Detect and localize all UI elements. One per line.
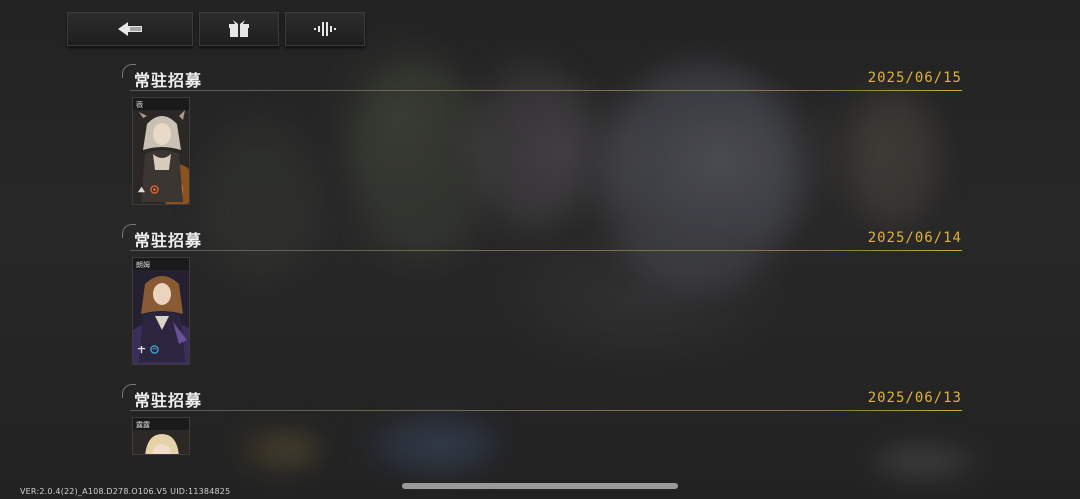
gift-button[interactable] — [199, 12, 279, 46]
back-button[interactable] — [67, 12, 193, 46]
gift-box-icon — [229, 20, 249, 37]
record-title: 常驻招募 — [134, 391, 203, 410]
back-arrow-icon — [118, 22, 142, 36]
class-icon — [137, 186, 146, 193]
card-icons — [137, 185, 159, 194]
element-icon — [150, 345, 159, 354]
record-divider — [130, 410, 962, 411]
character-name: 朗姆 — [136, 261, 150, 269]
record-date: 2025/06/15 — [867, 70, 962, 86]
character-card[interactable]: 朗姆 — [132, 257, 190, 365]
top-toolbar — [67, 12, 365, 46]
record-divider — [130, 250, 962, 251]
character-name: 薇 — [136, 101, 143, 109]
character-name: 露露 — [136, 421, 150, 429]
sound-button[interactable] — [285, 12, 365, 46]
character-portrait — [133, 430, 189, 454]
record-title: 常驻招募 — [134, 231, 203, 250]
record-title: 常驻招募 — [134, 71, 203, 90]
history-record: 常驻招募 2025/06/13 露露 — [120, 380, 962, 455]
character-card[interactable]: 薇 — [132, 97, 190, 205]
record-header: 常驻招募 2025/06/13 — [120, 380, 962, 411]
home-indicator[interactable] — [402, 483, 678, 489]
record-date: 2025/06/14 — [867, 230, 962, 246]
element-icon — [150, 185, 159, 194]
sound-wave-icon — [314, 22, 336, 36]
card-icons — [137, 345, 159, 354]
record-date: 2025/06/13 — [867, 390, 962, 406]
record-header: 常驻招募 2025/06/15 — [120, 60, 962, 91]
history-record: 常驻招募 2025/06/14 朗姆 — [120, 220, 962, 365]
class-icon — [137, 345, 146, 354]
version-label: VER:2.0.4(22)_A108.D278.O106.V5 UID:1138… — [20, 487, 231, 496]
record-divider — [130, 90, 962, 91]
character-card[interactable]: 露露 — [132, 417, 190, 455]
record-header: 常驻招募 2025/06/14 — [120, 220, 962, 251]
history-record: 常驻招募 2025/06/15 薇 — [120, 60, 962, 205]
